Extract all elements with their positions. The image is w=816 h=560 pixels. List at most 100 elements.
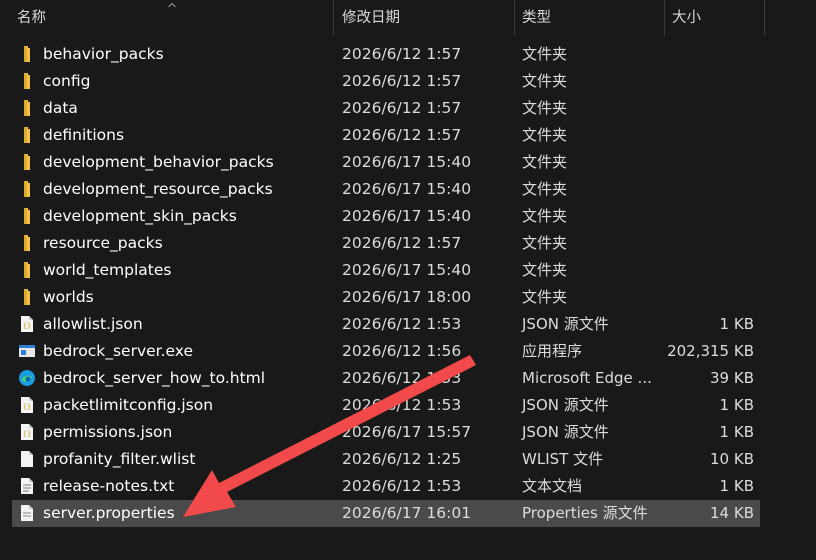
file-type: 文件夹: [522, 234, 568, 252]
generic-file-icon: [18, 450, 36, 468]
column-divider[interactable]: [764, 0, 765, 36]
file-type: Microsoft Edge ...: [522, 369, 652, 387]
file-modified-date: 2026/6/17 18:00: [342, 288, 472, 306]
file-name: development_skin_packs: [43, 207, 237, 225]
file-modified-date: 2026/6/12 1:57: [342, 126, 462, 144]
folder-icon: [18, 99, 36, 117]
column-divider[interactable]: [664, 0, 665, 36]
file-row[interactable]: bedrock_server.exe 2026/6/12 1:56 应用程序 202,…: [12, 338, 760, 365]
file-row[interactable]: worlds 2026/6/17 18:00 文件夹: [12, 284, 760, 311]
file-type: JSON 源文件: [522, 423, 609, 441]
file-modified-date: 2026/6/12 1:56: [342, 342, 462, 360]
svg-text:{}: {}: [23, 322, 31, 330]
file-row[interactable]: data 2026/6/12 1:57 文件夹: [12, 95, 760, 122]
file-modified-date: 2026/6/17 15:40: [342, 153, 472, 171]
file-name: allowlist.json: [43, 315, 143, 333]
file-row[interactable]: development_skin_packs 2026/6/17 15:40 文件夹: [12, 203, 760, 230]
file-type: Properties 源文件: [522, 504, 648, 522]
file-modified-date: 2026/6/17 16:01: [342, 504, 472, 522]
file-type: 文件夹: [522, 45, 568, 63]
column-header-date[interactable]: 修改日期: [342, 0, 514, 36]
file-size: 10 KB: [710, 450, 754, 468]
file-name: server.properties: [43, 504, 175, 522]
file-name: data: [43, 99, 78, 117]
file-row[interactable]: resource_packs 2026/6/12 1:57 文件夹: [12, 230, 760, 257]
column-divider[interactable]: [514, 0, 515, 36]
exe-file-icon: [18, 342, 36, 360]
file-type: 文件夹: [522, 261, 568, 279]
file-type: 文件夹: [522, 207, 568, 225]
folder-icon: [18, 45, 36, 63]
file-size: 1 KB: [719, 423, 754, 441]
file-size: 14 KB: [710, 504, 754, 522]
svg-text:{}: {}: [23, 430, 31, 438]
file-modified-date: 2026/6/12 1:57: [342, 234, 462, 252]
file-row[interactable]: {} allowlist.json 2026/6/12 1:53 JSON 源文件 1 …: [12, 311, 760, 338]
file-row[interactable]: bedrock_server_how_to.html 2026/6/12 1:53…: [12, 365, 760, 392]
file-row[interactable]: {} packetlimitconfig.json 2026/6/12 1:53 JS…: [12, 392, 760, 419]
file-name: config: [43, 72, 91, 90]
folder-icon: [18, 234, 36, 252]
file-modified-date: 2026/6/12 1:57: [342, 99, 462, 117]
file-name: world_templates: [43, 261, 172, 279]
folder-icon: [18, 126, 36, 144]
file-row[interactable]: config 2026/6/12 1:57 文件夹: [12, 68, 760, 95]
file-row-selected[interactable]: server.properties 2026/6/17 16:01 Properti…: [12, 500, 760, 527]
folder-icon: [18, 180, 36, 198]
file-name: resource_packs: [43, 234, 163, 252]
file-name: behavior_packs: [43, 45, 164, 63]
file-type: 文件夹: [522, 180, 568, 198]
file-modified-date: 2026/6/12 1:53: [342, 369, 462, 387]
file-type: 文本文档: [522, 477, 583, 495]
file-row[interactable]: development_behavior_packs 2026/6/17 15:4…: [12, 149, 760, 176]
folder-icon: [18, 288, 36, 306]
file-type: 文件夹: [522, 72, 568, 90]
file-row[interactable]: development_resource_packs 2026/6/17 15:4…: [12, 176, 760, 203]
text-file-icon: [18, 477, 36, 495]
file-row[interactable]: release-notes.txt 2026/6/12 1:53 文本文档 1 KB: [12, 473, 760, 500]
file-modified-date: 2026/6/12 1:57: [342, 45, 462, 63]
file-size: 1 KB: [719, 396, 754, 414]
file-modified-date: 2026/6/12 1:57: [342, 72, 462, 90]
file-row[interactable]: behavior_packs 2026/6/12 1:57 文件夹: [12, 41, 760, 68]
file-modified-date: 2026/6/12 1:53: [342, 396, 462, 414]
file-name: bedrock_server_how_to.html: [43, 369, 266, 387]
file-name: worlds: [43, 288, 94, 306]
file-size: 1 KB: [719, 477, 754, 495]
file-modified-date: 2026/6/17 15:40: [342, 180, 472, 198]
file-size: 1 KB: [719, 315, 754, 333]
column-divider[interactable]: [333, 0, 334, 36]
file-modified-date: 2026/6/12 1:53: [342, 477, 462, 495]
file-type: JSON 源文件: [522, 396, 609, 414]
file-size: 39 KB: [710, 369, 754, 387]
file-row[interactable]: definitions 2026/6/12 1:57 文件夹: [12, 122, 760, 149]
file-type: 文件夹: [522, 126, 568, 144]
folder-icon: [18, 261, 36, 279]
file-name: packetlimitconfig.json: [43, 396, 214, 414]
json-file-icon: {}: [18, 315, 36, 333]
edge-icon: [18, 369, 36, 387]
sort-ascending-icon: [168, 2, 176, 8]
file-name: definitions: [43, 126, 125, 144]
file-modified-date: 2026/6/12 1:53: [342, 315, 462, 333]
folder-icon: [18, 207, 36, 225]
file-row[interactable]: {} permissions.json 2026/6/17 15:57 JSON 源文…: [12, 419, 760, 446]
file-type: 文件夹: [522, 153, 568, 171]
file-name: bedrock_server.exe: [43, 342, 194, 360]
file-name: permissions.json: [43, 423, 173, 441]
json-file-icon: {}: [18, 423, 36, 441]
column-header-bar: 名称 修改日期 类型 大小: [0, 0, 816, 36]
file-row[interactable]: world_templates 2026/6/17 15:40 文件夹: [12, 257, 760, 284]
column-header-type[interactable]: 类型: [522, 0, 664, 36]
file-type: WLIST 文件: [522, 450, 604, 468]
file-size: 202,315 KB: [667, 342, 754, 360]
file-type: 文件夹: [522, 288, 568, 306]
column-header-size[interactable]: 大小: [672, 0, 764, 36]
file-row[interactable]: profanity_filter.wlist 2026/6/12 1:25 WLIS…: [12, 446, 760, 473]
file-modified-date: 2026/6/17 15:57: [342, 423, 472, 441]
file-modified-date: 2026/6/17 15:40: [342, 207, 472, 225]
folder-icon: [18, 72, 36, 90]
folder-icon: [18, 153, 36, 171]
file-modified-date: 2026/6/12 1:25: [342, 450, 462, 468]
file-modified-date: 2026/6/17 15:40: [342, 261, 472, 279]
